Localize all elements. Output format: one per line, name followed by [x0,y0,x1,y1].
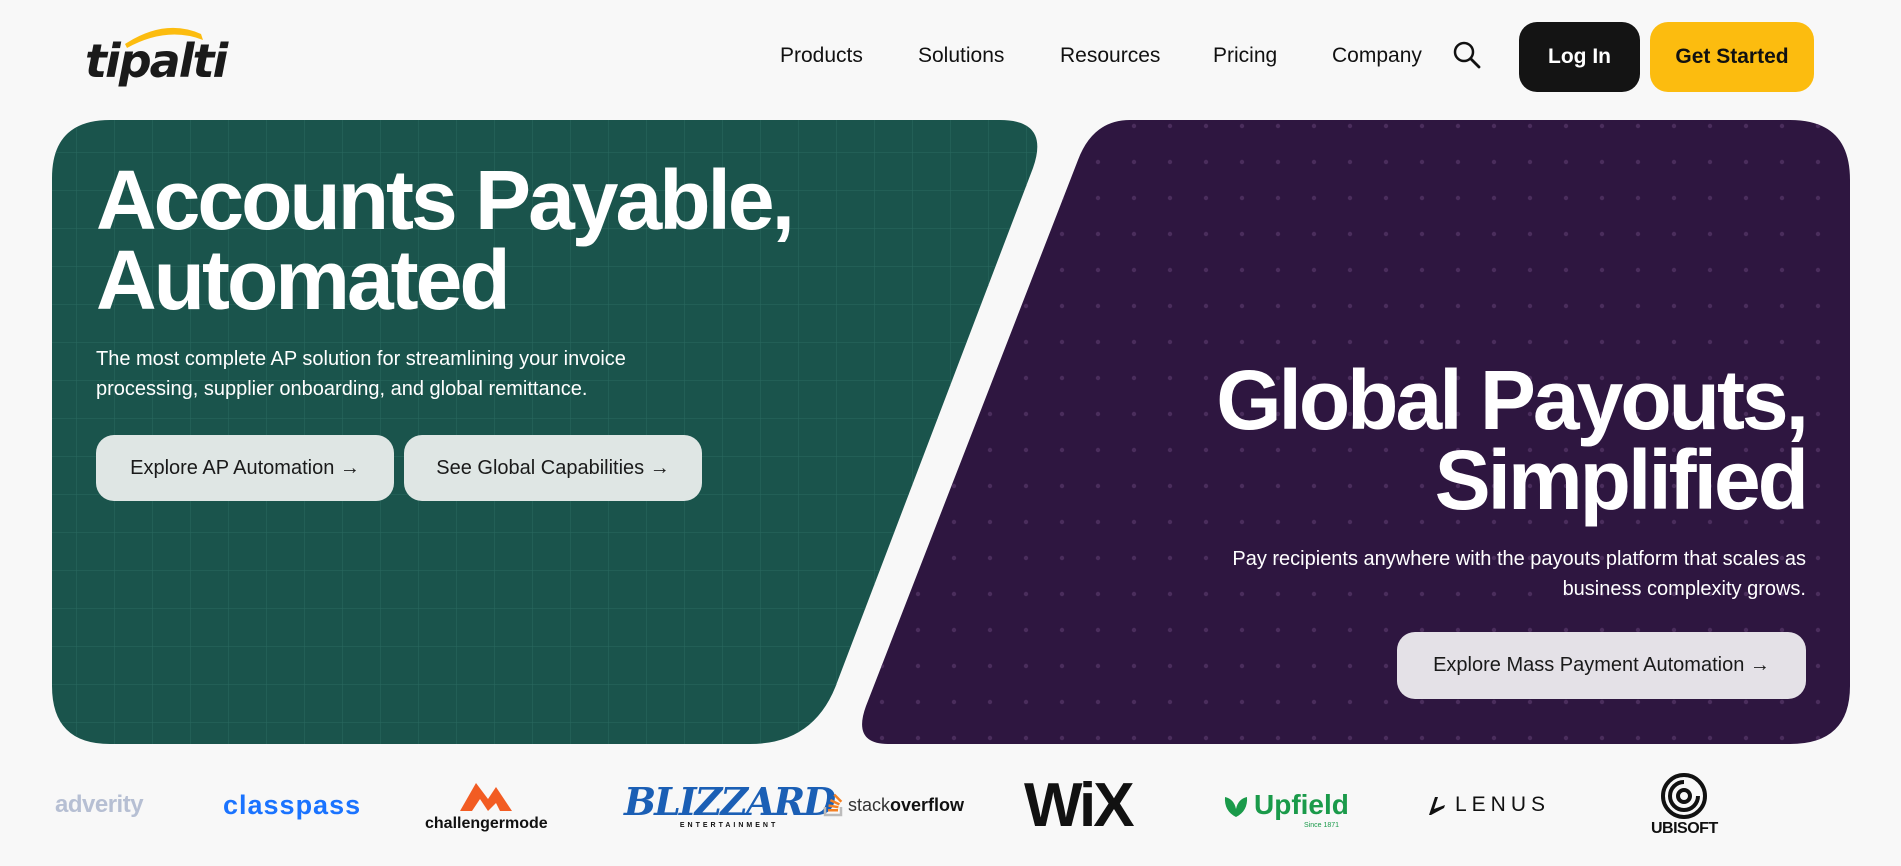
challengermode-logo: challengermode [425,760,548,850]
blizzard-subtext: ENTERTAINMENT [679,821,779,829]
main-nav: Products Solutions Resources Pricing Com… [0,0,1901,114]
ubisoft-logo: UBISOFT [1651,760,1718,850]
nav-products[interactable]: Products [780,44,863,68]
ubisoft-text: UBISOFT [1651,820,1718,837]
upfield-text: Upfield [1254,789,1349,820]
hero-left-title-line2: Automated [96,233,511,327]
challengermode-mark-icon [460,783,513,811]
nav-solutions[interactable]: Solutions [918,44,1004,68]
hero-left-title: Accounts Payable, Automated [96,158,796,322]
lenus-text: LENUS [1455,793,1551,816]
upfield-logo: Upfield Since 1871 [1222,760,1349,850]
nav-resources[interactable]: Resources [1060,44,1160,68]
upfield-leaf-icon [1224,797,1248,817]
nav-pricing[interactable]: Pricing [1213,44,1277,68]
stackoverflow-mark-icon [823,793,843,817]
hero-left-description: The most complete AP solution for stream… [96,348,626,400]
blizzard-text: BLIZZARD [624,778,836,824]
lenus-logo: LENUS [1425,760,1550,850]
hero-global-payouts: Global Payouts, Simplified Pay recipient… [906,358,1809,604]
blizzard-logo: BLIZZARD ENTERTAINMENT [624,760,836,850]
hero-ap-automation: Accounts Payable, Automated The most com… [96,158,796,404]
see-global-capabilities-button[interactable]: See Global Capabilities → [404,435,702,501]
nav-company[interactable]: Company [1332,44,1422,68]
classpass-logo: classpass [223,789,362,820]
adverity-logo: adverity [55,791,144,818]
ubisoft-swirl-icon [1661,773,1708,819]
site-header: tipalti Products Solutions Resources Pri… [0,0,1901,114]
stackoverflow-logo: stack overflow [823,760,964,850]
hero-right-description: Pay recipients anywhere with the payouts… [1186,544,1806,604]
stackoverflow-text-a: stack [848,794,891,815]
explore-ap-automation-button[interactable]: Explore AP Automation → [96,435,394,501]
hero-right-description-line1: Pay recipients anywhere with the payouts… [1232,548,1806,570]
hero-right-description-line2: business complexity grows. [1562,578,1806,600]
login-button[interactable]: Log In [1519,22,1640,92]
wix-logo: WiX [1024,770,1135,840]
search-icon[interactable] [1452,40,1482,70]
hero-right-title: Global Payouts, Simplified [906,358,1809,522]
customer-logos: adverity classpass challengermode BLIZZA… [0,760,1901,866]
hero-right-title-line2: Simplified [1434,433,1809,527]
stackoverflow-text-b: overflow [890,794,965,815]
get-started-button[interactable]: Get Started [1650,22,1814,92]
upfield-since-text: Since 1871 [1304,822,1340,829]
challengermode-text: challengermode [425,815,548,832]
lenus-mark-icon [1429,797,1445,815]
explore-mass-payment-automation-button[interactable]: Explore Mass Payment Automation → [1397,632,1806,699]
